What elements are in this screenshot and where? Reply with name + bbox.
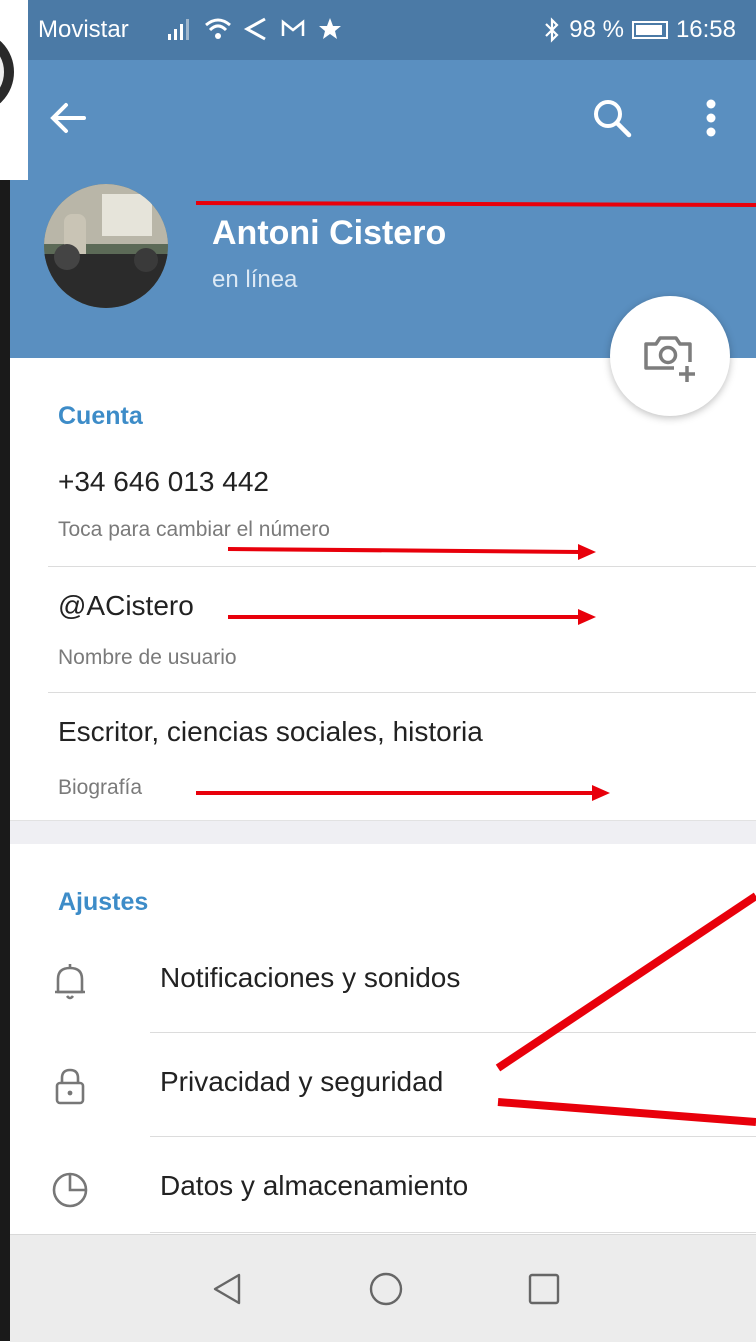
star-icon bbox=[318, 17, 341, 39]
back-triangle-icon[interactable] bbox=[208, 1269, 248, 1309]
app-bar bbox=[28, 60, 756, 180]
divider bbox=[48, 692, 756, 693]
gmail-icon bbox=[281, 19, 305, 36]
status-right: 98 % 16:58 bbox=[543, 16, 736, 44]
status-icons bbox=[166, 14, 343, 42]
bell-icon bbox=[55, 964, 85, 1000]
clock: 16:58 bbox=[675, 16, 736, 43]
phone-number: +34 646 013 442 bbox=[58, 466, 269, 497]
settings-item-notifications[interactable]: Notificaciones y sonidos bbox=[10, 930, 756, 1030]
left-frame-band bbox=[0, 0, 10, 1341]
set-photo-button[interactable] bbox=[610, 296, 730, 416]
username: @ACistero bbox=[58, 590, 194, 621]
username-hint: Nombre de usuario bbox=[58, 646, 237, 669]
carrier-name: Movistar bbox=[38, 16, 129, 43]
pie-chart-icon bbox=[52, 1172, 88, 1208]
bluetooth-icon bbox=[545, 17, 559, 43]
account-section: Cuenta +34 646 013 442 Toca para cambiar… bbox=[10, 358, 756, 820]
system-nav-bar bbox=[10, 1234, 756, 1342]
divider bbox=[150, 1136, 756, 1137]
battery-icon bbox=[631, 21, 668, 39]
status-bar: Movistar 98 % 16:58 bbox=[28, 0, 756, 60]
settings-item-data[interactable]: Datos y almacenamiento bbox=[10, 1138, 756, 1238]
battery-percent: 98 % bbox=[569, 16, 624, 43]
bio-text: Escritor, ciencias sociales, historia bbox=[58, 716, 483, 747]
account-header: Cuenta bbox=[58, 402, 143, 430]
settings-item-privacy[interactable]: Privacidad y seguridad bbox=[10, 1034, 756, 1134]
search-icon[interactable] bbox=[590, 96, 634, 140]
camera-add-icon bbox=[644, 336, 700, 386]
settings-item-label: Privacidad y seguridad bbox=[160, 1066, 444, 1097]
profile-status: en línea bbox=[212, 266, 298, 293]
wifi-icon bbox=[204, 18, 231, 39]
divider bbox=[150, 1032, 756, 1033]
settings-item-label: Notificaciones y sonidos bbox=[160, 962, 461, 993]
bio-hint: Biografía bbox=[58, 776, 143, 799]
back-arrow-icon[interactable] bbox=[46, 96, 90, 140]
home-circle-icon[interactable] bbox=[366, 1269, 406, 1309]
location-icon bbox=[244, 17, 267, 40]
signal-icon bbox=[168, 18, 189, 40]
settings-header: Ajustes bbox=[58, 888, 149, 916]
more-vert-icon[interactable] bbox=[696, 96, 726, 140]
avatar[interactable] bbox=[44, 184, 168, 308]
recents-square-icon[interactable] bbox=[524, 1269, 564, 1309]
profile-header: Antoni Cistero en línea bbox=[10, 180, 756, 416]
settings-item-label: Datos y almacenamiento bbox=[160, 1170, 469, 1201]
profile-name: Antoni Cistero bbox=[212, 214, 447, 252]
phone-hint: Toca para cambiar el número bbox=[58, 518, 330, 541]
divider bbox=[48, 566, 756, 567]
divider bbox=[150, 1232, 756, 1233]
settings-section: Ajustes Notificaciones y sonidos Privaci… bbox=[10, 844, 756, 1234]
section-gap bbox=[10, 820, 756, 845]
lock-icon bbox=[55, 1068, 85, 1105]
corner-logo-fragment bbox=[0, 0, 28, 180]
